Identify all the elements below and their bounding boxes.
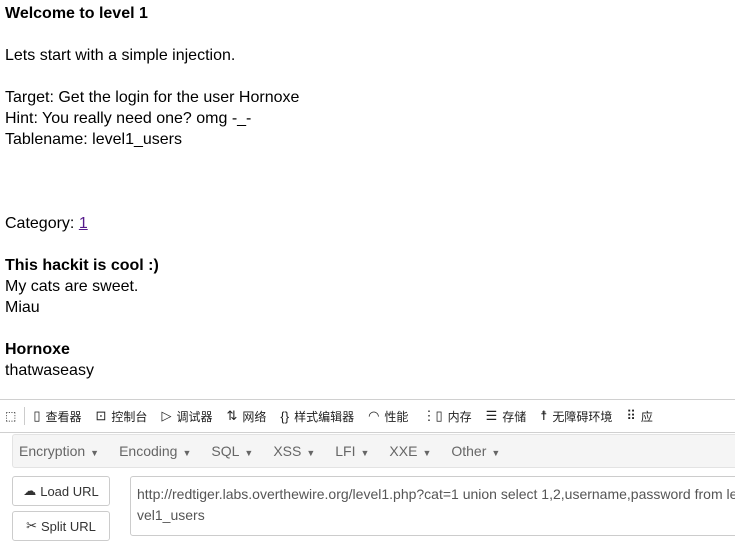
caret-down-icon: ▼ xyxy=(491,448,501,458)
tab-label: 网络 xyxy=(242,409,267,424)
button-label: Split URL xyxy=(40,518,96,534)
tab-storage[interactable]: ☰ 存储 xyxy=(486,408,527,425)
divider xyxy=(24,407,26,425)
menu-lfi[interactable]: LFI ▼ xyxy=(335,443,369,459)
tab-label: 控制台 xyxy=(111,409,148,424)
tab-label: 存储 xyxy=(502,409,527,424)
menu-xxe[interactable]: XXE ▼ xyxy=(389,443,431,459)
storage-icon: ☰ xyxy=(485,408,498,423)
accessibility-icon: ☨ xyxy=(540,408,548,423)
entry-line: Miau xyxy=(5,299,40,316)
tab-label: 样式编辑器 xyxy=(294,409,355,424)
style-editor-icon: {} xyxy=(280,408,290,424)
url-input[interactable]: http://redtiger.labs.overthewire.org/lev… xyxy=(130,476,735,536)
menu-label: XSS xyxy=(273,443,302,459)
entry-line: thatwaseasy xyxy=(5,362,94,379)
application-icon: ⠿ xyxy=(626,408,636,423)
intro-text: Lets start with a simple injection. xyxy=(5,47,236,64)
menu-label: Other xyxy=(451,443,487,459)
tab-accessibility[interactable]: ☨ 无障碍环境 xyxy=(540,408,612,425)
caret-down-icon: ▼ xyxy=(90,448,100,458)
cloud-download-icon: ☁ xyxy=(23,483,37,498)
entry-title: Hornoxe xyxy=(5,341,70,358)
inspector-icon: ▯ xyxy=(33,408,41,423)
caret-down-icon: ▼ xyxy=(182,448,192,458)
devtools-toolbar: ⬚ ▯ 查看器 ⊡ 控制台 ▷ 调试器 ⇅ 网络 {} 样式编辑器 ◠ 性能 ⋮▯ 内存 ☰ 存… xyxy=(0,399,735,433)
menu-label: XXE xyxy=(389,443,418,459)
memory-icon: ⋮▯ xyxy=(422,408,443,423)
entry-line: My cats are sweet. xyxy=(5,278,139,295)
button-label: Load URL xyxy=(40,483,99,499)
split-url-button[interactable]: ✂ Split URL xyxy=(12,511,110,541)
tab-console[interactable]: ⊡ 控制台 xyxy=(96,408,148,425)
network-icon: ⇅ xyxy=(226,408,238,423)
tab-label: 性能 xyxy=(384,409,409,424)
menu-label: Encryption xyxy=(19,443,86,459)
performance-icon: ◠ xyxy=(368,408,380,423)
caret-down-icon: ▼ xyxy=(306,448,316,458)
tab-style-editor[interactable]: {} 样式编辑器 xyxy=(280,408,354,425)
caret-down-icon: ▼ xyxy=(360,448,370,458)
console-icon: ⊡ xyxy=(95,408,107,423)
tab-label: 调试器 xyxy=(176,409,213,424)
page-content: Welcome to level 1 Lets start with a sim… xyxy=(5,3,299,381)
menu-sql[interactable]: SQL ▼ xyxy=(211,443,253,459)
hackbar-menu-bar: Encryption ▼ Encoding ▼ SQL ▼ XSS ▼ LFI ▼ XXE… xyxy=(12,434,735,468)
scissors-icon: ✂ xyxy=(26,518,37,533)
hint-text: Hint: You really need one? omg -_- xyxy=(5,110,252,127)
target-text: Target: Get the login for the user Horno… xyxy=(5,89,300,106)
menu-xss[interactable]: XSS ▼ xyxy=(273,443,315,459)
menu-label: Encoding xyxy=(119,443,178,459)
tab-inspector[interactable]: ▯ 查看器 xyxy=(33,408,81,425)
caret-down-icon: ▼ xyxy=(244,448,254,458)
tab-network[interactable]: ⇅ 网络 xyxy=(226,408,266,425)
tab-label: 查看器 xyxy=(45,409,82,424)
tab-label: 无障碍环境 xyxy=(552,409,613,424)
tab-application[interactable]: ⠿ 应 xyxy=(626,408,653,425)
caret-down-icon: ▼ xyxy=(422,448,432,458)
element-picker-icon[interactable]: ⬚ xyxy=(5,409,16,423)
menu-other[interactable]: Other ▼ xyxy=(451,443,500,459)
page-title: Welcome to level 1 xyxy=(5,5,148,22)
category-line: Category: 1 xyxy=(5,213,299,234)
tab-performance[interactable]: ◠ 性能 xyxy=(368,408,408,425)
tab-debugger[interactable]: ▷ 调试器 xyxy=(161,408,212,425)
load-url-button[interactable]: ☁ Load URL xyxy=(12,476,110,506)
entry-title: This hackit is cool :) xyxy=(5,257,159,274)
tab-label: 应 xyxy=(640,409,653,424)
tab-label: 内存 xyxy=(447,409,472,424)
debugger-icon: ▷ xyxy=(161,408,172,423)
category-link[interactable]: 1 xyxy=(79,215,88,232)
tablename-text: Tablename: level1_users xyxy=(5,131,182,148)
category-label: Category: xyxy=(5,215,79,232)
menu-encryption[interactable]: Encryption ▼ xyxy=(19,443,99,459)
menu-label: LFI xyxy=(335,443,356,459)
menu-encoding[interactable]: Encoding ▼ xyxy=(119,443,191,459)
menu-label: SQL xyxy=(211,443,240,459)
tab-memory[interactable]: ⋮▯ 内存 xyxy=(422,408,471,425)
